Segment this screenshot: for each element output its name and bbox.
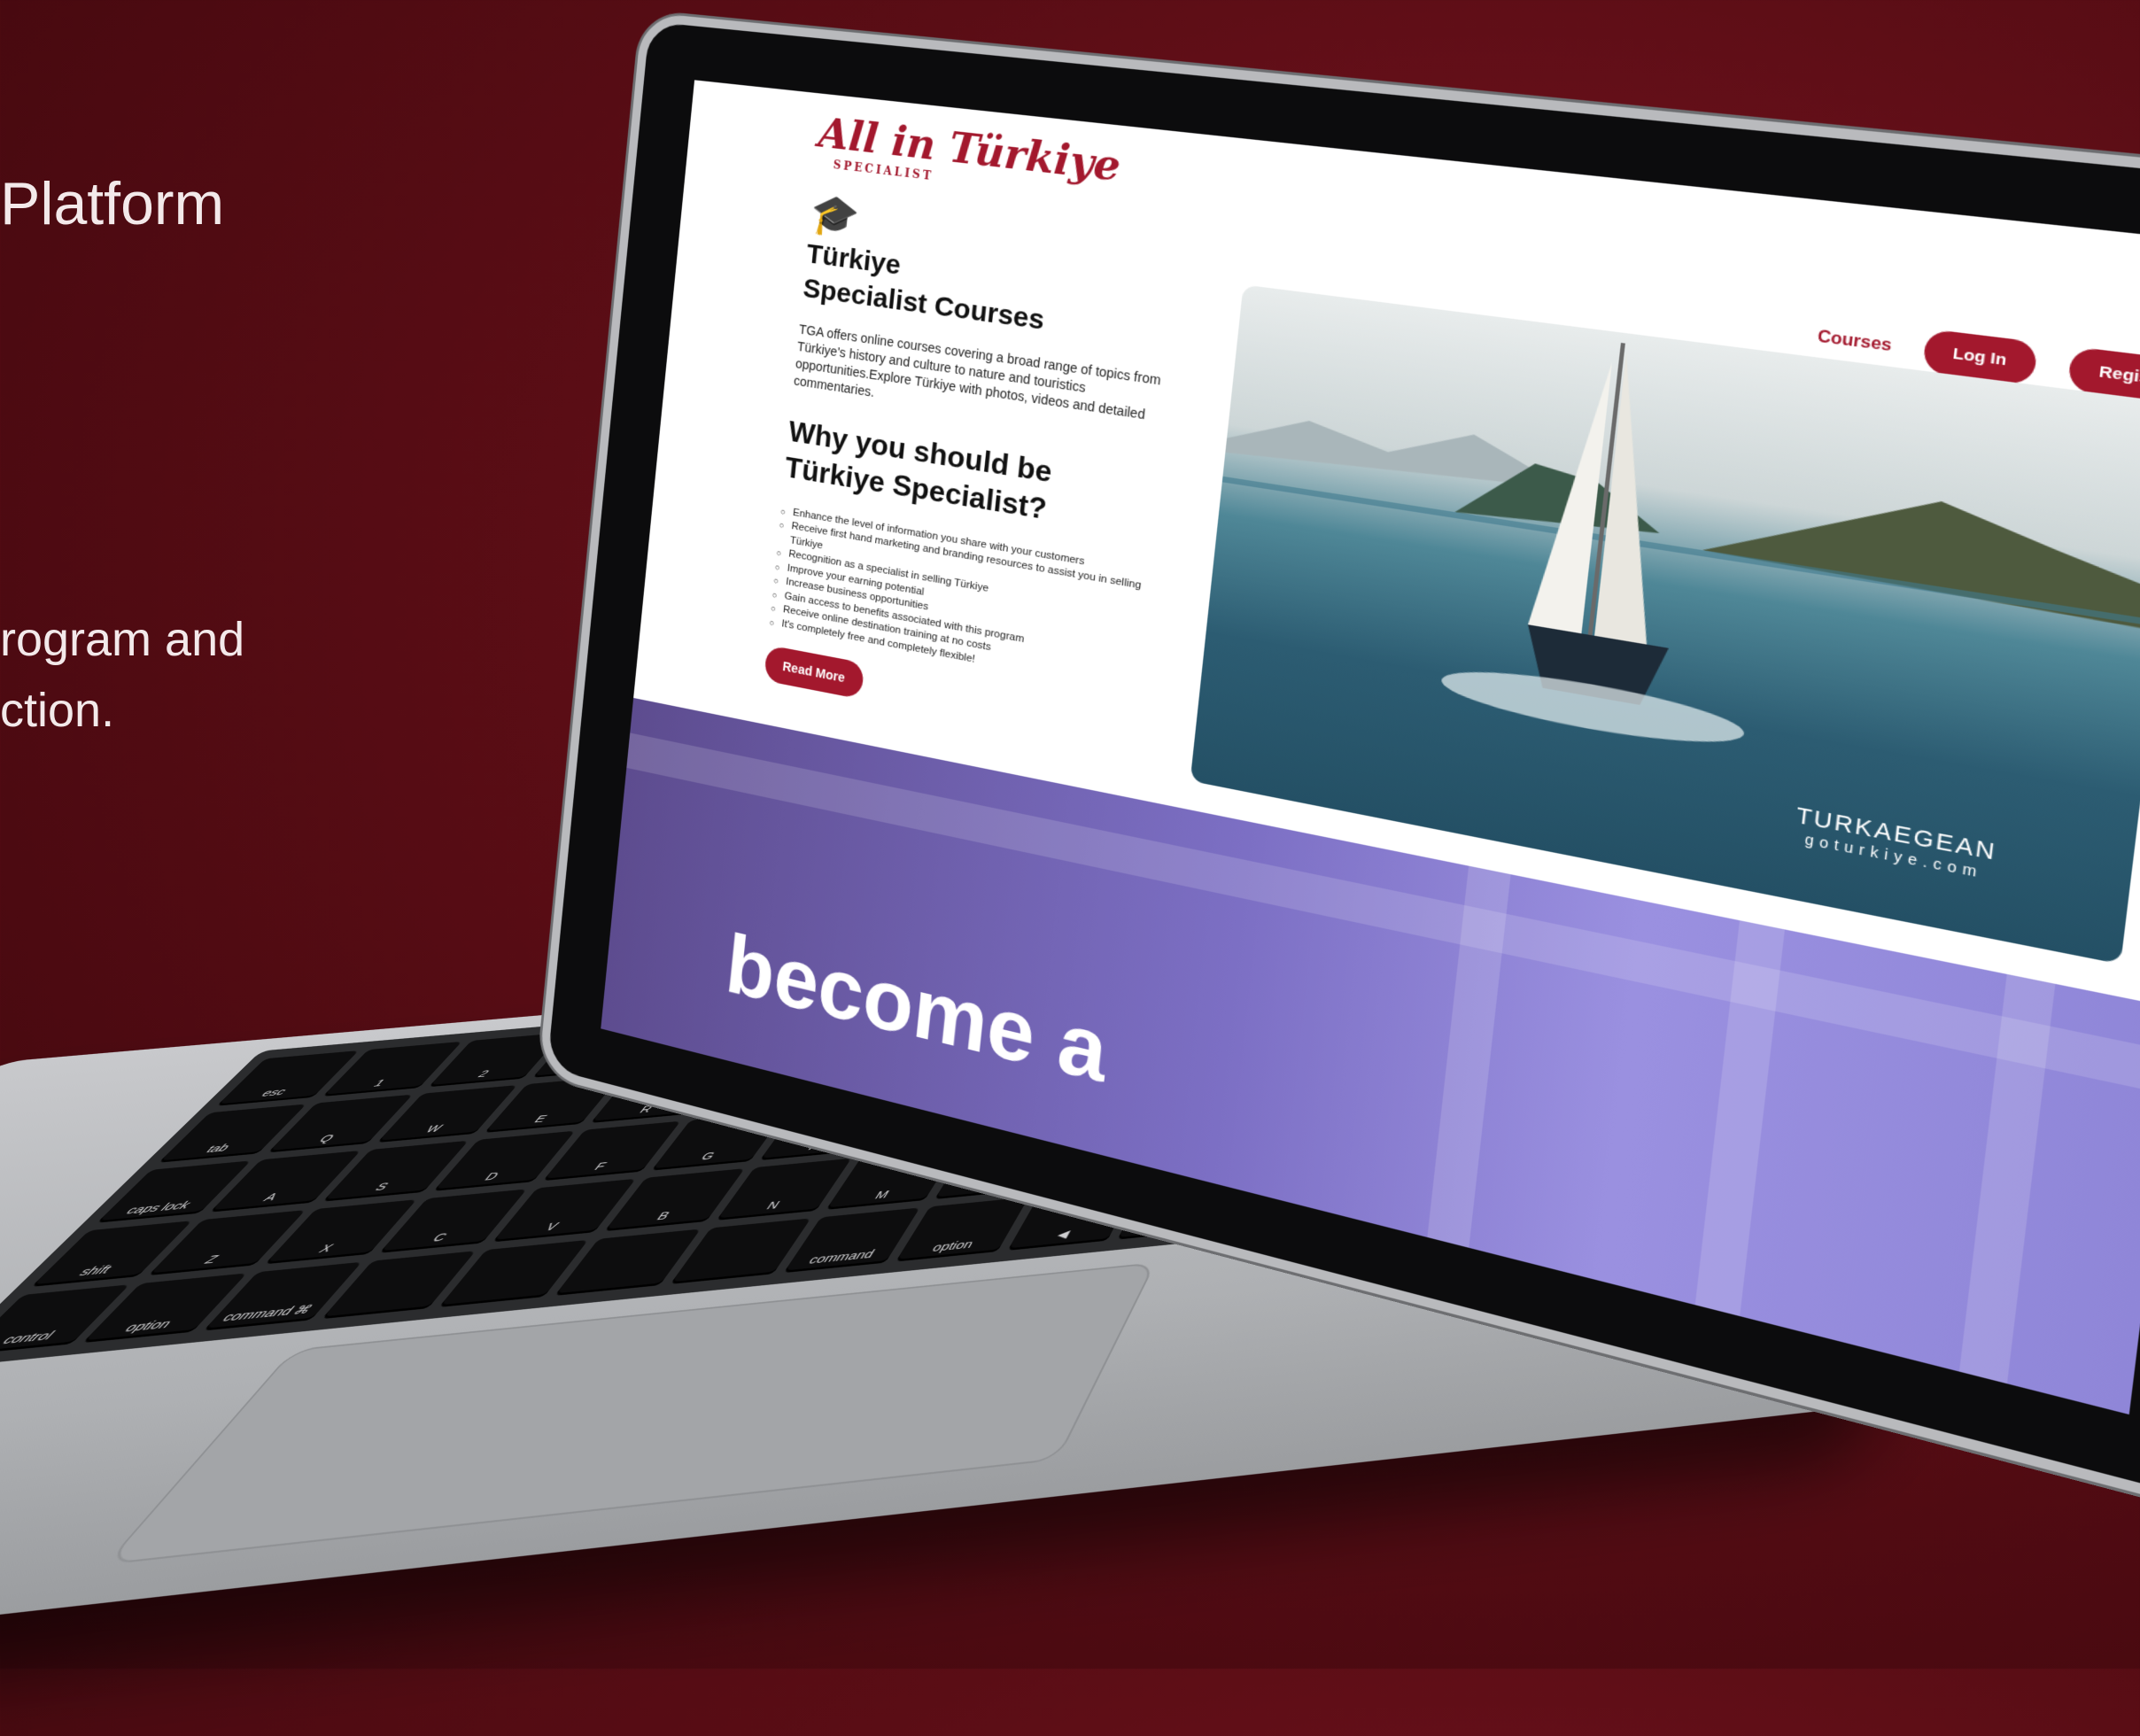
keyboard-key[interactable]: W — [376, 1085, 517, 1143]
laptop-mockup: esc1234567890-=deletetabQWERTYUIOP[]\cap… — [0, 0, 2140, 1700]
keyboard-key[interactable] — [321, 1251, 477, 1320]
keyboard-key[interactable] — [438, 1239, 589, 1307]
intro-section: 🎓 Türkiye Specialist Courses TGA offers … — [764, 190, 1179, 750]
keyboard-key[interactable]: Z — [148, 1210, 306, 1276]
nav-courses-link[interactable]: Courses — [1817, 328, 1893, 356]
site-logo[interactable]: All in Türkiye SPECIALIST — [815, 110, 1123, 205]
banner-title: become a — [722, 917, 1112, 1101]
keyboard-key[interactable]: option — [82, 1273, 247, 1344]
keyboard-key[interactable]: caps lock — [97, 1160, 252, 1223]
keyboard-key[interactable]: command ⌘ — [202, 1261, 362, 1331]
keyboard-key[interactable]: 1 — [322, 1041, 462, 1097]
keyboard-key[interactable]: esc — [216, 1050, 360, 1106]
screen-bezel: All in Türkiye SPECIALIST Courses Log In… — [538, 12, 2140, 1512]
browser-screen: All in Türkiye SPECIALIST Courses Log In… — [601, 80, 2140, 1415]
keyboard-key[interactable]: X — [264, 1199, 417, 1265]
keyboard-key[interactable]: S — [322, 1140, 469, 1202]
keyboard-key[interactable]: Q — [268, 1094, 413, 1153]
keyboard-key[interactable]: tab — [158, 1104, 307, 1163]
keyboard-key[interactable]: A — [210, 1151, 361, 1213]
read-more-button[interactable]: Read More — [764, 645, 865, 700]
